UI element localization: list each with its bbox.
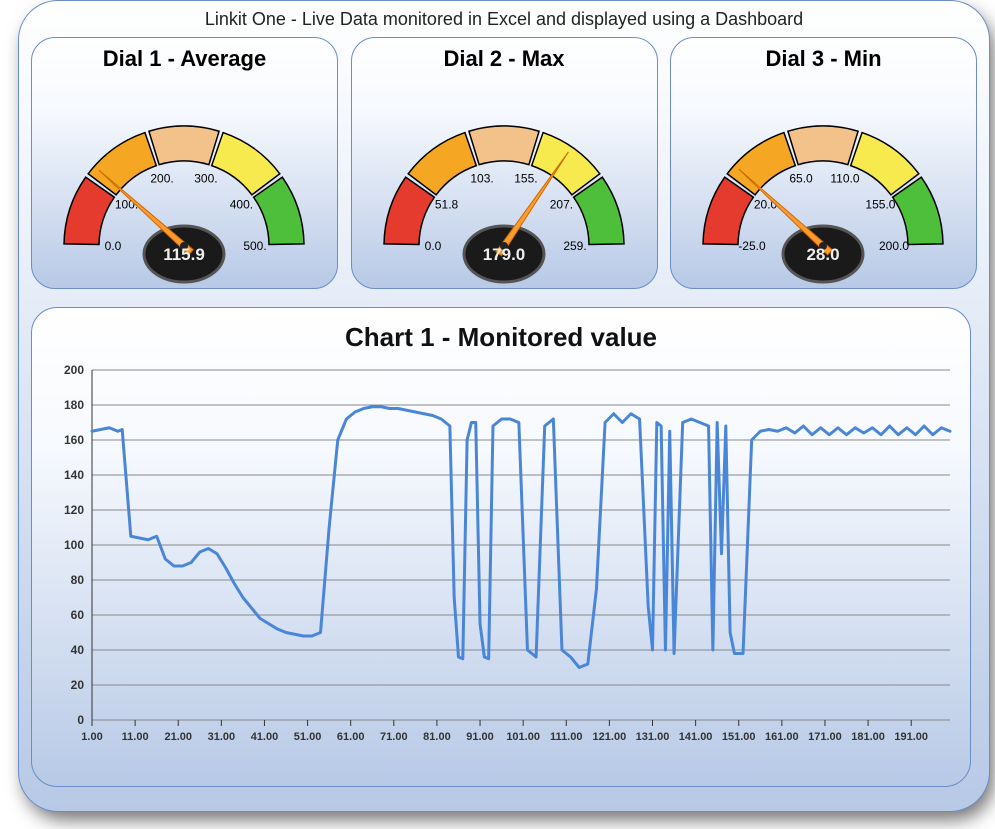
svg-text:200.: 200. <box>150 171 173 185</box>
svg-text:31.00: 31.00 <box>208 731 236 743</box>
svg-text:40: 40 <box>71 643 85 657</box>
svg-text:155.0: 155.0 <box>865 197 895 211</box>
chart-card: Chart 1 - Monitored value 0 20 40 60 80 100 12… <box>31 307 971 787</box>
dashboard-panel: Linkit One - Live Data monitored in Exce… <box>18 0 990 812</box>
svg-text:180: 180 <box>64 398 84 412</box>
svg-text:0: 0 <box>77 713 84 727</box>
svg-text:200.0: 200.0 <box>879 239 909 253</box>
gauge-row: Dial 1 - Average 0.0100.200.300.400.500.… <box>19 37 989 289</box>
svg-text:1.00: 1.00 <box>81 731 102 743</box>
dashboard-title: Linkit One - Live Data monitored in Exce… <box>19 1 989 37</box>
svg-text:51.00: 51.00 <box>294 731 322 743</box>
svg-text:160: 160 <box>64 433 84 447</box>
gauge-title: Dial 3 - Min <box>671 38 976 72</box>
svg-text:81.00: 81.00 <box>423 731 451 743</box>
gauge-card-average: Dial 1 - Average 0.0100.200.300.400.500.… <box>31 37 338 289</box>
svg-text:111.00: 111.00 <box>550 731 582 743</box>
gauge-card-max: Dial 2 - Max 0.0 51.8 103. 155. 207. 259. 179.… <box>351 37 658 289</box>
gauge-average-dial: 0.0100.200.300.400.500.115.9 <box>32 86 337 286</box>
svg-text:101.00: 101.00 <box>506 731 540 743</box>
svg-text:207.: 207. <box>549 197 572 211</box>
svg-text:140: 140 <box>64 468 84 482</box>
gauge-card-min: Dial 3 - Min -25.020.065.0110.0155.0200.… <box>670 37 977 289</box>
svg-text:400.: 400. <box>230 197 253 211</box>
svg-text:103.: 103. <box>470 171 493 185</box>
monitored-value-line-chart: 0 20 40 60 80 100 120 140 160 180 200 1.00 11.00 21.0… <box>32 360 970 780</box>
svg-text:161.00: 161.00 <box>765 731 799 743</box>
svg-text:21.00: 21.00 <box>164 731 192 743</box>
gauge-title: Dial 2 - Max <box>352 38 657 72</box>
svg-text:65.0: 65.0 <box>789 171 813 185</box>
svg-text:171.00: 171.00 <box>808 731 842 743</box>
svg-text:155.: 155. <box>514 171 537 185</box>
svg-text:179.0: 179.0 <box>482 245 525 264</box>
gauge-max-dial: 0.0 51.8 103. 155. 207. 259. 179.0 <box>352 86 657 286</box>
chart-title: Chart 1 - Monitored value <box>32 308 970 353</box>
svg-text:41.00: 41.00 <box>251 731 279 743</box>
svg-text:71.00: 71.00 <box>380 731 408 743</box>
svg-text:51.8: 51.8 <box>434 197 458 211</box>
svg-text:11.00: 11.00 <box>122 731 149 743</box>
svg-text:100: 100 <box>64 538 84 552</box>
svg-text:141.00: 141.00 <box>679 731 713 743</box>
svg-text:115.9: 115.9 <box>163 245 205 264</box>
svg-text:80: 80 <box>71 573 85 587</box>
gauge-min-dial: -25.020.065.0110.0155.0200.028.0 <box>671 86 976 286</box>
svg-text:91.00: 91.00 <box>466 731 494 743</box>
svg-text:0.0: 0.0 <box>105 239 122 253</box>
svg-text:181.00: 181.00 <box>851 731 885 743</box>
gauge-title: Dial 1 - Average <box>32 38 337 72</box>
svg-text:500.: 500. <box>243 239 266 253</box>
svg-text:20: 20 <box>71 678 85 692</box>
svg-text:60: 60 <box>71 608 85 622</box>
svg-text:-25.0: -25.0 <box>738 239 766 253</box>
svg-text:131.00: 131.00 <box>636 731 670 743</box>
svg-text:0.0: 0.0 <box>424 239 441 253</box>
svg-text:120: 120 <box>64 503 84 517</box>
svg-text:191.00: 191.00 <box>894 731 928 743</box>
svg-text:121.00: 121.00 <box>593 731 627 743</box>
svg-text:300.: 300. <box>194 171 217 185</box>
screenshot-stage: Linkit One - Live Data monitored in Exce… <box>0 0 995 829</box>
svg-text:110.0: 110.0 <box>830 171 859 185</box>
svg-text:200: 200 <box>64 363 84 377</box>
svg-text:259.: 259. <box>563 239 586 253</box>
svg-text:151.00: 151.00 <box>722 731 756 743</box>
svg-text:61.00: 61.00 <box>337 731 365 743</box>
svg-text:28.0: 28.0 <box>806 245 839 264</box>
